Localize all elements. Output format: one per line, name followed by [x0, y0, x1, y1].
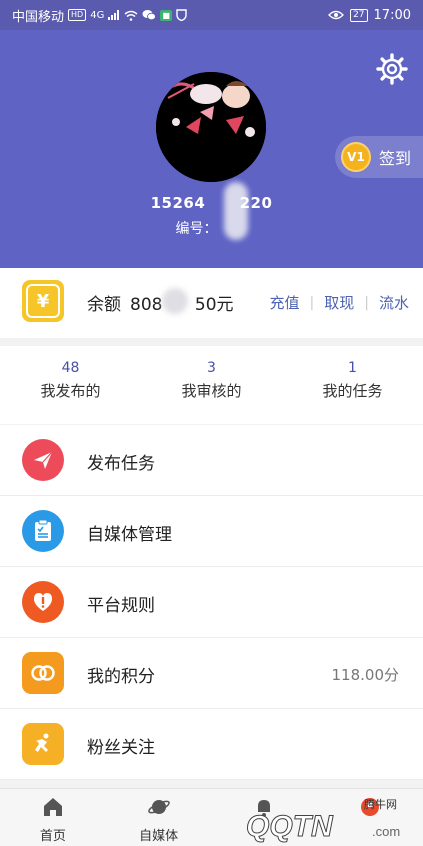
- wechat-icon: [142, 10, 157, 21]
- nav-home[interactable]: 首页: [0, 789, 106, 846]
- task-stats: 48 我发布的 3 我审核的 1 我的任务: [0, 346, 423, 424]
- battery-level: 27: [350, 8, 368, 22]
- user-id: 编号：: [0, 218, 423, 238]
- settings-gear-icon[interactable]: [375, 52, 409, 86]
- menu-label: 自媒体管理: [87, 525, 172, 545]
- stat-my-tasks[interactable]: 1 我的任务: [282, 346, 423, 424]
- watermark-brand: 腾牛网: [364, 797, 397, 811]
- divider: |: [364, 294, 369, 311]
- eye-icon: [328, 10, 344, 20]
- balance-amount-prefix: 808: [130, 295, 163, 315]
- menu-item-media-management[interactable]: 自媒体管理: [0, 496, 423, 567]
- avatar[interactable]: [156, 72, 266, 182]
- planet-icon: [147, 800, 170, 814]
- menu-label: 粉丝关注: [87, 738, 155, 758]
- stat-label: 我发布的: [40, 382, 101, 400]
- avatar-illustration: [156, 72, 266, 182]
- home-icon: [43, 798, 62, 816]
- checkin-label: 签到: [379, 149, 412, 168]
- nav-label: 自媒体: [139, 829, 179, 844]
- menu-label: 平台规则: [87, 596, 155, 616]
- wallet-yen-icon: ¥: [22, 280, 64, 322]
- menu-item-my-points[interactable]: 我的积分 118.00分: [0, 638, 423, 709]
- clock: 17:00: [373, 7, 411, 23]
- network-label: 4G: [90, 9, 105, 21]
- menu-item-platform-rules[interactable]: 平台规则: [0, 567, 423, 638]
- menu-item-publish-task[interactable]: 发布任务: [0, 425, 423, 496]
- balance-privacy-blur: [162, 288, 188, 314]
- recharge-link[interactable]: 充值: [270, 292, 300, 313]
- profile-page: 中国移动 HD 4G ■ 27 17:00 15264 220 编号： V1 签…: [0, 0, 423, 846]
- status-right: 27 17:00: [328, 8, 411, 23]
- phone-suffix: 220: [239, 194, 273, 212]
- status-bar: 中国移动 HD 4G ■ 27 17:00: [0, 0, 423, 30]
- stat-label: 我的任务: [322, 382, 383, 400]
- stat-label: 我审核的: [181, 382, 242, 400]
- status-left: 中国移动 HD 4G ■: [12, 6, 187, 25]
- level-badge: V1: [341, 142, 371, 172]
- profile-header: 15264 220 编号： V1 签到: [0, 30, 423, 268]
- points-value: 118.00分: [331, 666, 400, 684]
- balance-label: 余额: [87, 295, 121, 315]
- rules-icon: [22, 581, 64, 623]
- wifi-icon: [124, 10, 138, 21]
- balance-card: ¥ 余额 808 50元 充值 | 取现 | 流水: [0, 268, 423, 338]
- menu-item-fans-follow[interactable]: 粉丝关注: [0, 709, 423, 780]
- signal-icon: [108, 10, 120, 20]
- points-icon: [22, 652, 64, 694]
- divider: |: [309, 294, 315, 311]
- nav-label: 首页: [39, 829, 66, 844]
- withdraw-link[interactable]: 取现: [324, 292, 354, 313]
- user-id-label: 编号：: [175, 221, 218, 237]
- stat-count: 3: [207, 360, 216, 376]
- carrier-label: 中国移动: [12, 9, 65, 25]
- nav-media[interactable]: 自媒体: [106, 789, 212, 846]
- shield-icon: [176, 9, 187, 21]
- hd-badge: HD: [68, 9, 87, 21]
- site-watermark: 腾牛网 QQTN .com: [246, 797, 401, 844]
- balance-amount-suffix: 50元: [194, 295, 234, 315]
- stat-reviewed[interactable]: 3 我审核的: [141, 346, 282, 424]
- menu-list: 发布任务 自媒体管理 平台规则 我的积分 118.00分 粉丝关注: [0, 425, 423, 780]
- watermark-suffix: .com: [372, 824, 400, 839]
- stat-count: 48: [61, 360, 80, 376]
- stat-count: 1: [348, 360, 357, 376]
- app-notification-icon: ■: [160, 9, 172, 21]
- clipboard-icon: [22, 510, 64, 552]
- watermark-text: QQTN: [246, 810, 334, 843]
- runner-icon: [22, 723, 64, 765]
- paper-plane-icon: [22, 439, 64, 481]
- yen-symbol-icon: ¥: [26, 284, 60, 318]
- menu-label: 发布任务: [87, 454, 155, 474]
- transactions-link[interactable]: 流水: [379, 292, 409, 313]
- phone-number: 15264 220: [0, 194, 423, 212]
- checkin-button[interactable]: V1 签到: [335, 136, 423, 178]
- stat-published[interactable]: 48 我发布的: [0, 346, 141, 424]
- menu-label: 我的积分: [87, 667, 155, 687]
- phone-prefix: 15264: [150, 194, 206, 212]
- balance-actions: 充值 | 取现 | 流水: [270, 292, 409, 313]
